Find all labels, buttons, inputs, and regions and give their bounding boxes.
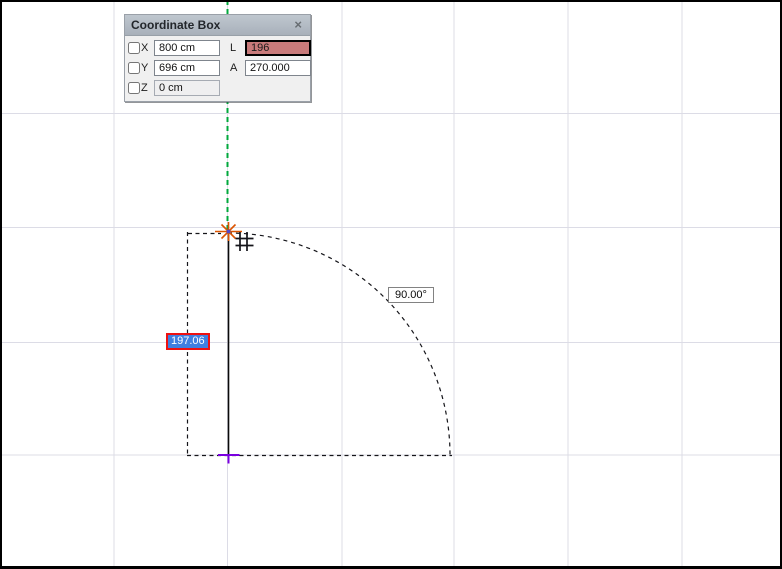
grid-snap-cursor-icon bbox=[236, 232, 254, 251]
close-icon[interactable]: × bbox=[292, 19, 304, 31]
coordinate-box-dialog[interactable]: Coordinate Box × X L Y A Z bbox=[124, 14, 311, 102]
coordinate-row-x: X L bbox=[128, 38, 307, 58]
y-axis-label: Y bbox=[140, 62, 154, 74]
x-axis-label: X bbox=[140, 42, 154, 54]
drawing-canvas[interactable] bbox=[0, 0, 782, 569]
z-axis-label: Z bbox=[140, 82, 154, 94]
x-value-field[interactable] bbox=[154, 40, 220, 56]
angle-value-field[interactable] bbox=[245, 60, 311, 76]
construction-lines bbox=[187, 232, 452, 456]
dialog-title: Coordinate Box bbox=[131, 18, 220, 32]
coordinate-row-z: Z bbox=[128, 78, 307, 98]
cad-drawing-window: 197.06 90.00° Coordinate Box × X L Y A bbox=[0, 0, 782, 569]
dialog-titlebar[interactable]: Coordinate Box × bbox=[125, 15, 310, 36]
z-value-field[interactable] bbox=[154, 80, 220, 96]
y-value-field[interactable] bbox=[154, 60, 220, 76]
z-lock-checkbox[interactable] bbox=[128, 82, 140, 94]
grid-lines bbox=[0, 0, 782, 569]
angle-label: A bbox=[230, 62, 245, 74]
x-lock-checkbox[interactable] bbox=[128, 42, 140, 54]
length-label: L bbox=[230, 42, 245, 54]
endpoint-marker bbox=[218, 455, 240, 464]
coordinate-row-y: Y A bbox=[128, 58, 307, 78]
y-lock-checkbox[interactable] bbox=[128, 62, 140, 74]
length-value-field[interactable] bbox=[245, 40, 311, 56]
length-value-label[interactable]: 197.06 bbox=[166, 333, 210, 350]
angle-value-label: 90.00° bbox=[388, 287, 434, 303]
protractor-arc bbox=[228, 233, 450, 455]
